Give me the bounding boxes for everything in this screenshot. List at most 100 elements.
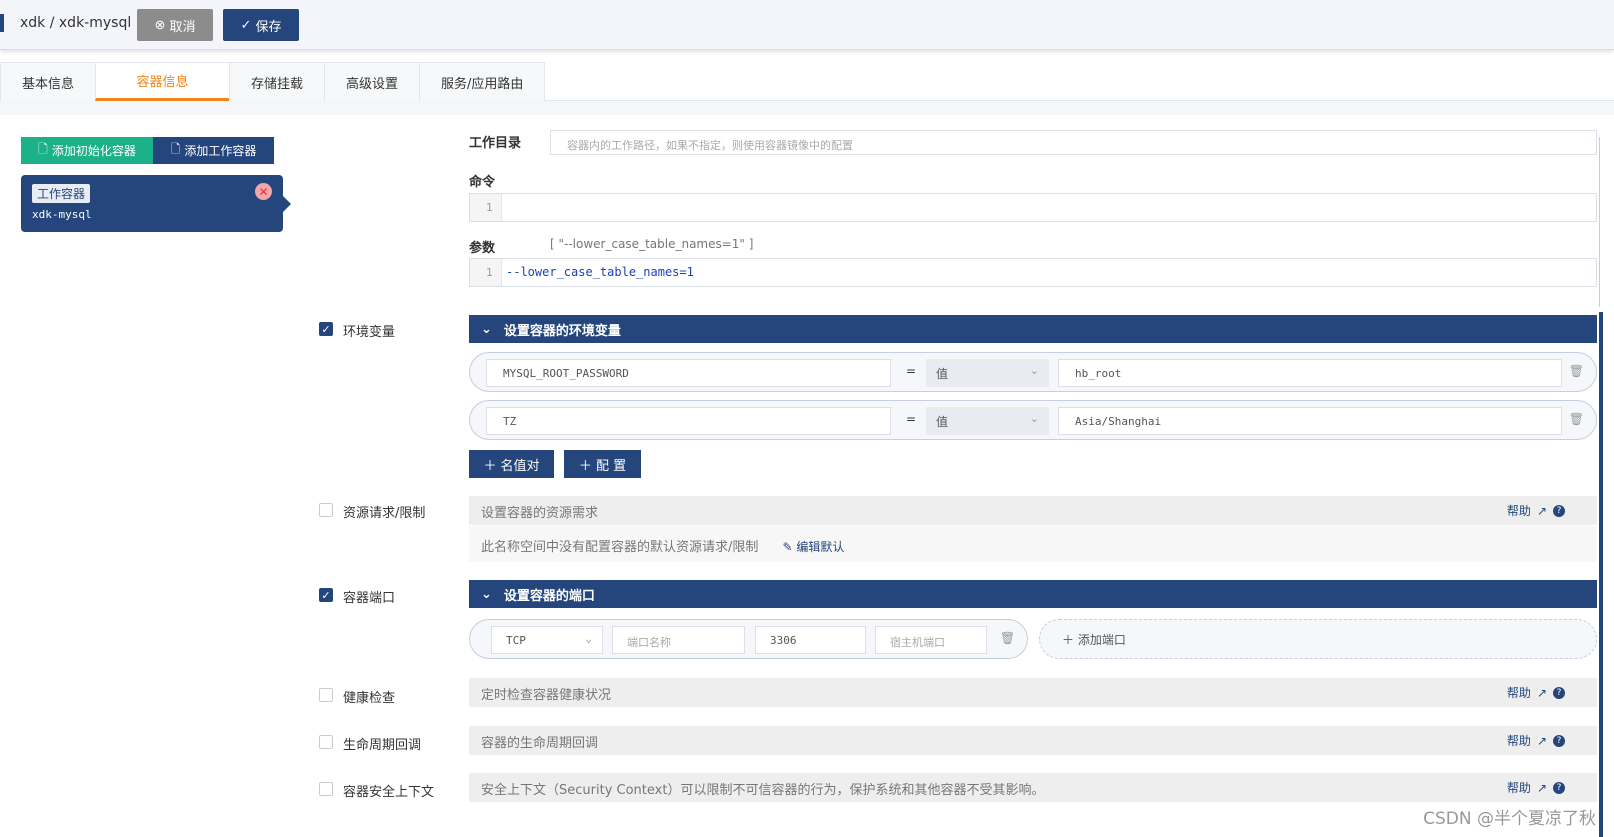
args-code: --lower_case_table_names=1 — [506, 265, 694, 279]
resources-checkbox[interactable] — [319, 503, 333, 517]
external-link-icon: ↗ — [1536, 733, 1547, 748]
env-key-input[interactable]: TZ — [486, 407, 891, 435]
tab-advanced[interactable]: 高级设置 — [324, 62, 421, 101]
lifecycle-bar-text: 容器的生命周期回调 — [481, 736, 599, 751]
add-port-button[interactable]: ＋ 添加端口 — [1039, 619, 1597, 659]
resources-bar-text: 设置容器的资源需求 — [481, 506, 599, 521]
cancel-button[interactable]: ⊗ 取消 — [137, 9, 213, 41]
env-value-input[interactable]: Asia/Shanghai — [1058, 407, 1562, 435]
env-row: TZ = 值 ⌄ Asia/Shanghai 🗑 — [469, 400, 1597, 440]
port-name-input[interactable]: 端口名称 — [612, 626, 745, 654]
chevron-down-icon: ⌄ — [481, 321, 492, 337]
plus-icon: ＋ — [578, 458, 592, 474]
ports-section-header[interactable]: ⌄ 设置容器的端口 — [469, 580, 1597, 608]
chevron-down-icon: ⌄ — [1029, 412, 1039, 425]
add-init-label: 添加初始化容器 — [51, 144, 136, 158]
health-bar: 定时检查容器健康状况 帮助 ↗? — [469, 678, 1597, 707]
env-checkbox[interactable]: ✓ — [319, 322, 333, 336]
tab-container-info[interactable]: 容器信息 — [95, 62, 231, 101]
header-accent-bar — [0, 14, 4, 32]
env-row: MYSQL_ROOT_PASSWORD = 值 ⌄ hb_root 🗑 — [469, 352, 1597, 392]
container-name: xdk-mysql — [32, 208, 92, 221]
external-link-icon: ↗ — [1536, 503, 1547, 518]
edit-default-label: 编辑默认 — [796, 540, 845, 554]
add-init-container-button[interactable]: 🗋 添加初始化容器 — [21, 137, 153, 164]
tab-storage[interactable]: 存储挂载 — [229, 62, 326, 101]
check-circle-icon: ✓ — [240, 17, 252, 32]
help-link[interactable]: 帮助 ↗? — [1507, 732, 1565, 749]
chevron-down-icon: ⌄ — [481, 586, 492, 602]
env-type-value: 值 — [936, 367, 949, 381]
ports-section-title: 设置容器的端口 — [503, 588, 595, 604]
file-add-icon: 🗋 — [38, 142, 48, 156]
help-label: 帮助 — [1506, 686, 1531, 700]
scrollbar-thumb[interactable] — [1599, 312, 1603, 837]
env-type-select[interactable]: 值 ⌄ — [926, 407, 1049, 435]
ports-checkbox[interactable]: ✓ — [319, 588, 333, 602]
args-hint: [ "--lower_case_table_names=1" ] — [550, 237, 754, 251]
question-icon: ? — [1553, 734, 1565, 747]
add-pair-label: 名值对 — [500, 458, 540, 474]
workdir-input[interactable]: 容器内的工作路径，如果不指定，则使用容器镜像中的配置 — [550, 130, 1597, 155]
security-checkbox[interactable] — [319, 782, 333, 796]
help-label: 帮助 — [1506, 504, 1531, 518]
env-value-input[interactable]: hb_root — [1058, 359, 1562, 387]
trash-icon[interactable]: 🗑 — [1569, 412, 1584, 426]
health-label: 健康检查 — [343, 691, 396, 706]
add-work-label: 添加工作容器 — [184, 144, 257, 158]
command-editor[interactable]: 1 — [469, 193, 1597, 222]
help-label: 帮助 — [1506, 734, 1531, 748]
lifecycle-bar: 容器的生命周期回调 帮助 ↗? — [469, 726, 1597, 755]
command-label: 命令 — [469, 175, 496, 190]
save-button[interactable]: ✓ 保存 — [223, 9, 299, 41]
lifecycle-label: 生命周期回调 — [343, 738, 422, 753]
add-pair-button[interactable]: ＋名值对 — [469, 450, 554, 478]
question-icon: ? — [1553, 686, 1565, 699]
help-link[interactable]: 帮助 ↗? — [1507, 684, 1565, 701]
health-bar-text: 定时检查容器健康状况 — [481, 688, 612, 703]
chevron-down-icon: ⌄ — [1029, 364, 1039, 377]
tab-basic-info[interactable]: 基本信息 — [0, 62, 97, 101]
question-icon: ? — [1553, 504, 1565, 517]
add-config-button[interactable]: ＋配 置 — [564, 450, 641, 478]
env-key-input[interactable]: MYSQL_ROOT_PASSWORD — [486, 359, 891, 387]
host-port-input[interactable]: 宿主机端口 — [875, 626, 987, 654]
health-checkbox[interactable] — [319, 688, 333, 702]
trash-icon[interactable]: 🗑 — [1569, 364, 1584, 378]
cancel-icon: ⊗ — [154, 17, 166, 32]
save-label: 保存 — [255, 18, 282, 34]
pen-icon: ✎ — [782, 540, 793, 554]
container-card[interactable]: 工作容器 xdk-mysql ✕ — [21, 175, 291, 232]
line-number: 1 — [470, 259, 502, 286]
protocol-select[interactable]: TCP ⌄ — [491, 626, 603, 654]
close-icon[interactable]: ✕ — [255, 183, 272, 200]
add-work-container-button[interactable]: 🗋 添加工作容器 — [153, 137, 274, 164]
help-link[interactable]: 帮助 ↗? — [1507, 502, 1565, 519]
file-add-icon: 🗋 — [170, 142, 181, 156]
resources-note-text: 此名称空间中没有配置容器的默认资源请求/限制 — [481, 540, 759, 555]
security-bar-text: 安全上下文（Security Context）可以限制不可信容器的行为，保护系统… — [481, 783, 1045, 798]
env-section-header[interactable]: ⌄ 设置容器的环境变量 — [469, 315, 1597, 343]
container-port-input[interactable]: 3306 — [755, 626, 866, 654]
trash-icon[interactable]: 🗑 — [1000, 631, 1015, 645]
lifecycle-checkbox[interactable] — [319, 735, 333, 749]
watermark: CSDN @半个夏凉了秋 — [1423, 809, 1596, 829]
ports-label: 容器端口 — [343, 591, 396, 606]
tab-service-routing[interactable]: 服务/应用路由 — [419, 62, 546, 101]
plus-icon: ＋ — [1062, 633, 1075, 647]
cancel-label: 取消 — [169, 18, 196, 34]
resources-note: 此名称空间中没有配置容器的默认资源请求/限制 ✎ 编辑默认 — [469, 526, 1597, 562]
env-type-select[interactable]: 值 ⌄ — [926, 359, 1049, 387]
env-section-title: 设置容器的环境变量 — [503, 323, 621, 339]
add-port-label: 添加端口 — [1077, 633, 1126, 647]
external-link-icon: ↗ — [1536, 685, 1547, 700]
security-label: 容器安全上下文 — [343, 785, 435, 800]
plus-icon: ＋ — [483, 458, 497, 474]
help-link[interactable]: 帮助 ↗? — [1507, 779, 1565, 796]
scrollbar-track — [1599, 137, 1600, 307]
chevron-down-icon: ⌄ — [585, 632, 592, 645]
container-type-tag: 工作容器 — [32, 184, 91, 203]
args-editor[interactable]: 1 --lower_case_table_names=1 — [469, 258, 1597, 287]
edit-default-link[interactable]: ✎ 编辑默认 — [783, 540, 845, 554]
external-link-icon: ↗ — [1536, 780, 1547, 795]
